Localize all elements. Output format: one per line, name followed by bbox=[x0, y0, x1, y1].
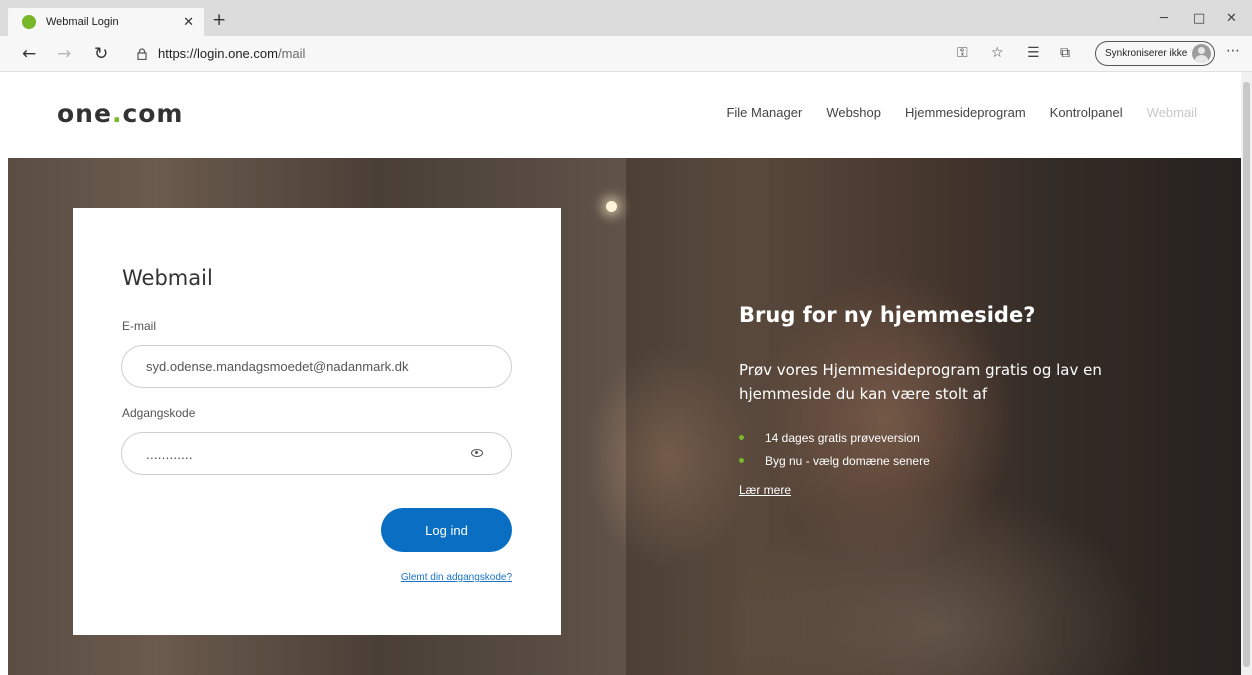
profile-sync-button[interactable]: Synkroniserer ikke bbox=[1095, 41, 1215, 66]
forward-arrow-icon[interactable]: → bbox=[57, 44, 71, 64]
avatar bbox=[1192, 44, 1211, 63]
refresh-icon[interactable]: ↻ bbox=[94, 44, 108, 64]
nav-item-webshop[interactable]: Webshop bbox=[826, 105, 881, 120]
login-title: Webmail bbox=[122, 266, 213, 290]
maximize-icon[interactable]: □ bbox=[1193, 11, 1205, 26]
learn-more-link[interactable]: Lær mere bbox=[739, 483, 791, 497]
scrollbar-thumb[interactable] bbox=[1243, 82, 1250, 667]
browser-tab-strip: Webmail Login ✕ + ─ □ ✕ bbox=[0, 0, 1252, 36]
login-card: Webmail E-mail syd.odense.mandagsmoedet@… bbox=[73, 208, 561, 635]
nav-item-kontrolpanel[interactable]: Kontrolpanel bbox=[1050, 105, 1123, 120]
sync-status-label: Synkroniserer ikke bbox=[1105, 48, 1188, 59]
more-menu-icon[interactable]: ⋯ bbox=[1226, 43, 1240, 59]
promo-bullet-list: 14 dages gratis prøveversion Byg nu - væ… bbox=[739, 428, 930, 474]
lock-icon bbox=[137, 48, 147, 60]
close-tab-icon[interactable]: ✕ bbox=[183, 15, 194, 30]
minimize-icon[interactable]: ─ bbox=[1160, 11, 1168, 26]
promo-bullet: Byg nu - vælg domæne senere bbox=[739, 451, 930, 474]
tab-title: Webmail Login bbox=[46, 16, 119, 28]
favorite-star-icon[interactable]: ☆ bbox=[991, 45, 1004, 61]
password-field[interactable]: ............ bbox=[121, 432, 512, 475]
nav-item-webmail[interactable]: Webmail bbox=[1147, 105, 1197, 120]
nav-item-hjemmesideprogram[interactable]: Hjemmesideprogram bbox=[905, 105, 1026, 120]
favicon-icon bbox=[22, 15, 36, 29]
site-logo[interactable]: one.com bbox=[57, 99, 183, 128]
key-icon[interactable]: ⚿ bbox=[957, 45, 968, 61]
password-label: Adgangskode bbox=[122, 406, 196, 420]
email-label: E-mail bbox=[122, 319, 157, 333]
email-field[interactable]: syd.odense.mandagsmoedet@nadanmark.dk bbox=[121, 345, 512, 388]
address-bar-row: ← → ↻ https://login.one.com/mail ⚿ ☆ ☰ ⧉… bbox=[0, 36, 1252, 72]
hero-lamp-light bbox=[606, 201, 617, 212]
new-tab-icon[interactable]: + bbox=[212, 9, 226, 31]
promo-bullet: 14 dages gratis prøveversion bbox=[739, 428, 930, 451]
login-button[interactable]: Log ind bbox=[381, 508, 512, 552]
hero-overlay bbox=[626, 158, 1241, 675]
forgot-password-link[interactable]: Glemt din adgangskode? bbox=[401, 572, 512, 583]
back-arrow-icon[interactable]: ← bbox=[22, 44, 36, 64]
promo-title: Brug for ny hjemmeside? bbox=[739, 303, 1036, 327]
address-bar-url[interactable]: https://login.one.com/mail bbox=[158, 46, 305, 61]
main-nav: File Manager Webshop Hjemmesideprogram K… bbox=[726, 105, 1197, 120]
promo-body: Prøv vores Hjemmesideprogram gratis og l… bbox=[739, 361, 1102, 403]
favorites-list-icon[interactable]: ☰ bbox=[1027, 45, 1040, 61]
browser-tab[interactable]: Webmail Login ✕ bbox=[8, 8, 204, 36]
email-value: syd.odense.mandagsmoedet@nadanmark.dk bbox=[146, 359, 409, 374]
password-value: ............ bbox=[146, 445, 193, 462]
site-header: one.com File Manager Webshop Hjemmesidep… bbox=[0, 72, 1241, 158]
collections-icon[interactable]: ⧉ bbox=[1060, 45, 1070, 61]
close-window-icon[interactable]: ✕ bbox=[1226, 11, 1237, 26]
nav-item-file-manager[interactable]: File Manager bbox=[726, 105, 802, 120]
page-scrollbar[interactable] bbox=[1241, 72, 1252, 675]
show-password-eye-icon[interactable] bbox=[471, 449, 483, 457]
